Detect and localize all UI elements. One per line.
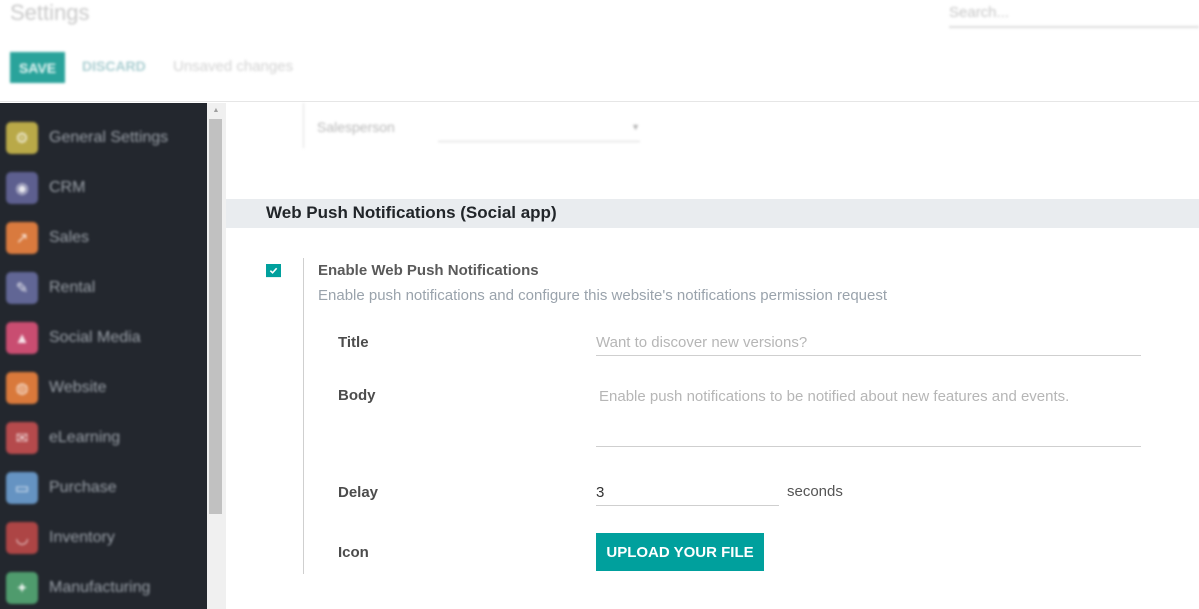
handshake-icon: ◉ [6,172,38,204]
sidebar-item-label: Website [49,379,107,396]
body-textarea[interactable] [596,383,1141,447]
sidebar-item-sales[interactable]: ↗ Sales [6,220,89,256]
thumbs-up-icon: ▲ [6,322,38,354]
settings-content: Salesperson ▼ Web Push Notifications (So… [226,103,1199,609]
sidebar-item-label: Sales [49,229,90,246]
settings-sidebar: ⚙ General Settings ◉ CRM ↗ Sales ✎ Rental ▲ Socia… [0,103,207,609]
save-button[interactable]: SAVE [10,52,65,83]
unsaved-status: Unsaved changes [173,58,294,75]
enable-web-push-checkbox[interactable] [266,264,281,278]
delay-unit-label: seconds [787,483,843,500]
check-icon [269,267,278,274]
setting-right-pane: Enable Web Push Notifications Enable pus… [303,258,1163,574]
control-panel: Settings SAVE DISCARD Unsaved changes [0,0,1199,102]
sidebar-item-label: Rental [49,279,96,296]
caret-down-icon: ▼ [631,122,640,132]
section-header: Web Push Notifications (Social app) [226,199,1199,228]
upload-file-button[interactable]: UPLOAD YOUR FILE [596,533,764,571]
rental-icon: ✎ [6,272,38,304]
salesperson-setting: Salesperson ▼ [303,103,640,148]
sidebar-item-manufacturing[interactable]: ✦ Manufacturing [6,570,150,606]
sidebar-item-label: Social Media [49,329,141,346]
sidebar-item-label: CRM [49,179,86,196]
sidebar-item-label: General Settings [49,129,169,146]
title-input[interactable] [596,329,1141,356]
sidebar-item-label: Inventory [49,529,115,546]
sidebar-scrollbar[interactable]: ▲ [207,103,226,609]
sidebar-item-label: eLearning [49,429,121,446]
search-input[interactable] [949,0,1199,24]
sidebar-item-general-settings[interactable]: ⚙ General Settings [6,120,168,156]
discard-button[interactable]: DISCARD [82,58,146,74]
box-icon: ◡ [6,522,38,554]
delay-label: Delay [338,484,379,501]
sidebar-item-purchase[interactable]: ▭ Purchase [6,470,117,506]
salesperson-select[interactable]: ▼ [438,113,640,142]
sidebar-item-inventory[interactable]: ◡ Inventory [6,520,115,556]
body-label: Body [338,387,376,404]
sidebar-item-elearning[interactable]: ✉ eLearning [6,420,120,456]
scrollbar-thumb[interactable] [209,119,222,514]
globe-icon: ◍ [6,372,38,404]
sidebar-item-crm[interactable]: ◉ CRM [6,170,85,206]
chat-icon: ✉ [6,422,38,454]
title-label: Title [338,334,369,351]
delay-input[interactable] [596,479,779,506]
setting-description: Enable push notifications and configure … [318,287,888,304]
setting-title: Enable Web Push Notifications [318,262,539,279]
icon-label: Icon [338,544,369,561]
gear-icon: ⚙ [6,122,38,154]
salesperson-label: Salesperson [317,119,395,135]
search-box[interactable] [949,0,1199,28]
wrench-icon: ✦ [6,572,38,604]
sidebar-item-social-media[interactable]: ▲ Social Media [6,320,141,356]
sidebar-item-label: Purchase [49,479,117,496]
credit-card-icon: ▭ [6,472,38,504]
chart-line-icon: ↗ [6,222,38,254]
sidebar-item-website[interactable]: ◍ Website [6,370,107,406]
scroll-up-arrow-icon[interactable]: ▲ [211,107,221,115]
section-title: Web Push Notifications (Social app) [266,203,557,222]
sidebar-item-label: Manufacturing [49,579,151,596]
sidebar-item-rental[interactable]: ✎ Rental [6,270,95,306]
breadcrumb: Settings [10,0,90,25]
web-push-setting: Enable Web Push Notifications Enable pus… [226,248,1199,578]
